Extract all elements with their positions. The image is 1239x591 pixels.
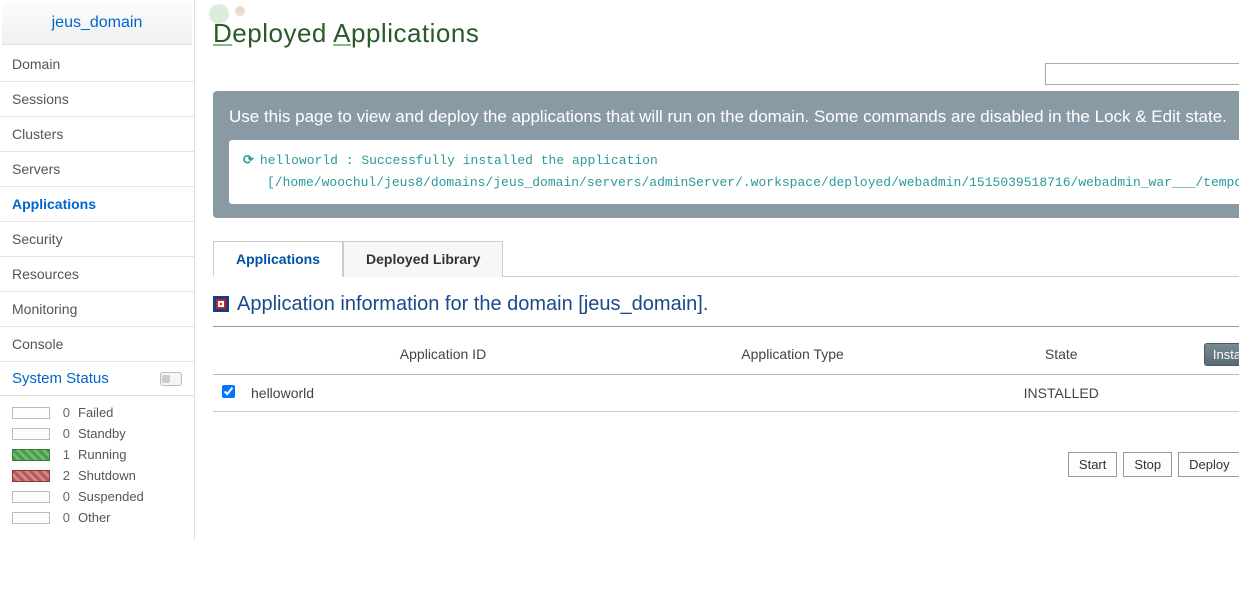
info-text: Use this page to view and deploy the app…	[229, 105, 1239, 130]
applications-table: Application ID Application Type State In…	[213, 335, 1239, 412]
col-actions: Install Deploy Plan	[1180, 335, 1239, 375]
col-check	[213, 335, 243, 375]
status-toggle[interactable]	[160, 372, 182, 386]
tab-deployed-library[interactable]: Deployed Library	[343, 241, 503, 277]
nav-console[interactable]: Console	[0, 327, 194, 362]
nav-sessions[interactable]: Sessions	[0, 82, 194, 117]
nav-domain[interactable]: Domain	[0, 47, 194, 82]
status-standby: 0Standby	[12, 423, 182, 444]
message-body: [/home/woochul/jeus8/domains/jeus_domain…	[243, 172, 1239, 194]
section-icon	[213, 296, 229, 312]
status-running: 1Running	[12, 444, 182, 465]
table-row: helloworld INSTALLED	[213, 374, 1239, 411]
search-input[interactable]	[1045, 63, 1239, 85]
col-app-id: Application ID	[243, 335, 643, 375]
status-suspended: 0Suspended	[12, 486, 182, 507]
stop-button[interactable]: Stop	[1123, 452, 1172, 477]
system-status-header: System Status	[0, 362, 194, 396]
sidebar: jeus_domain Domain Sessions Clusters Ser…	[0, 0, 195, 540]
col-state: State	[942, 335, 1180, 375]
col-app-type: Application Type	[643, 335, 942, 375]
status-other: 0Other	[12, 507, 182, 528]
nav-servers[interactable]: Servers	[0, 152, 194, 187]
system-status-label: System Status	[12, 370, 109, 387]
main-content: HISTORY Deployed Applications XML Help	[195, 0, 1239, 540]
title-decoration	[209, 4, 245, 24]
section-title: Application information for the domain […	[213, 293, 1239, 327]
deploy-button[interactable]: Deploy	[1178, 452, 1239, 477]
cell-app-type	[643, 374, 942, 411]
status-shutdown: 2Shutdown	[12, 465, 182, 486]
nav-resources[interactable]: Resources	[0, 257, 194, 292]
tabs: Applications Deployed Library	[213, 240, 1239, 277]
section-title-text: Application information for the domain […	[237, 293, 708, 316]
page-title: Deployed Applications	[213, 0, 1239, 63]
nav-clusters[interactable]: Clusters	[0, 117, 194, 152]
message-box: ⟳ helloworld : Successfully installed the…	[229, 140, 1239, 204]
cell-state: INSTALLED	[942, 374, 1180, 411]
bottom-actions: Start Stop Deploy Undeploy Uninstall	[213, 452, 1239, 477]
sync-icon: ⟳	[243, 153, 254, 168]
status-failed: 0Failed	[12, 402, 182, 423]
nav-applications[interactable]: Applications	[0, 187, 194, 222]
domain-name[interactable]: jeus_domain	[2, 2, 192, 45]
install-button[interactable]: Install	[1204, 343, 1239, 366]
status-list: 0Failed 0Standby 1Running 2Shutdown 0Sus…	[0, 396, 194, 540]
cell-app-id: helloworld	[243, 374, 643, 411]
nav-security[interactable]: Security	[0, 222, 194, 257]
row-checkbox[interactable]	[222, 385, 235, 398]
search-row: XML	[213, 63, 1239, 85]
nav-monitoring[interactable]: Monitoring	[0, 292, 194, 327]
start-button[interactable]: Start	[1068, 452, 1117, 477]
info-panel: Help ? Use this page to view and deploy …	[213, 91, 1239, 218]
message-head: helloworld : Successfully installed the …	[260, 153, 658, 168]
tab-applications[interactable]: Applications	[213, 241, 343, 277]
